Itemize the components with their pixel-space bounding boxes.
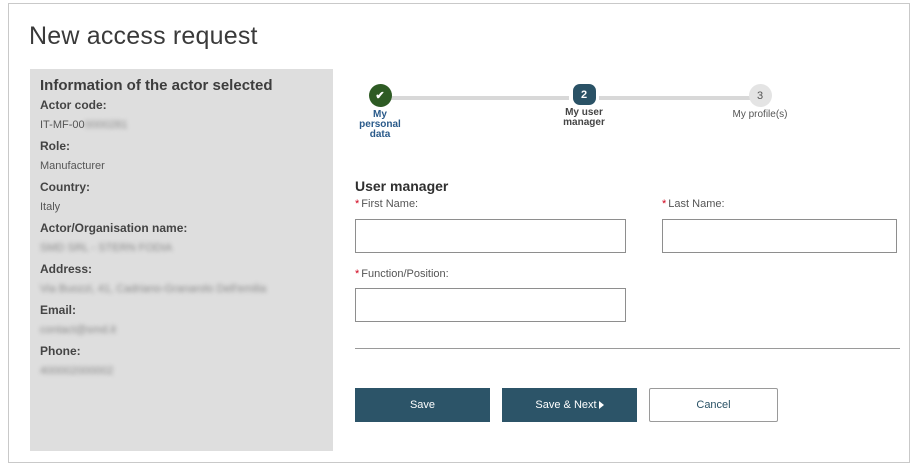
actor-code-redacted: 0000281 xyxy=(84,119,128,131)
address-label: Address: xyxy=(40,262,93,276)
function-position-label-text: Function/Position: xyxy=(361,268,449,280)
email-value: contact@smd.it xyxy=(40,324,116,336)
actor-code-value: IT-MF-000000281 xyxy=(40,119,323,132)
last-name-label: * Last Name: xyxy=(662,198,725,210)
caret-right-icon xyxy=(598,401,604,409)
checkmark-icon: ✔ xyxy=(368,84,392,107)
last-name-label-text: Last Name: xyxy=(668,198,725,210)
email-label: Email: xyxy=(40,303,77,317)
phone-label: Phone: xyxy=(40,344,81,358)
phone-value: 400002000002 xyxy=(40,365,114,377)
stepper-connector xyxy=(391,96,569,100)
first-name-label-text: First Name: xyxy=(361,198,419,210)
step-label-line: My personal xyxy=(359,109,401,130)
organisation-name-label: Actor/Organisation name: xyxy=(40,221,188,235)
step-label: My profile(s) xyxy=(725,110,795,120)
save-and-next-button[interactable]: Save & Next xyxy=(502,388,637,422)
step-number-badge: 2 xyxy=(572,84,596,105)
step-user-manager[interactable]: 2 My user manager xyxy=(554,84,614,128)
first-name-input[interactable] xyxy=(355,219,626,253)
actor-info-title: Information of the actor selected xyxy=(40,77,273,94)
organisation-name-value: SMD SRL - STERN FODIA xyxy=(40,242,173,254)
step-label: My user manager xyxy=(554,108,614,128)
required-marker: * xyxy=(355,198,360,210)
step-label-line: data xyxy=(369,129,391,140)
country-label: Country: xyxy=(40,180,90,194)
cancel-button-label: Cancel xyxy=(696,399,731,411)
role-value: Manufacturer xyxy=(40,160,105,172)
function-position-label: * Function/Position: xyxy=(355,268,449,280)
actor-code-label: Actor code: xyxy=(40,98,107,112)
address-value: Via Buozzi, 41, Cadriano-Granarolo Dell'… xyxy=(40,283,267,295)
step-personal-data[interactable]: ✔ My personal data xyxy=(355,84,405,140)
cancel-button[interactable]: Cancel xyxy=(649,388,778,422)
progress-stepper: ✔ My personal data 2 My user manager 3 M… xyxy=(355,84,825,144)
form-divider xyxy=(355,348,900,349)
step-my-profiles[interactable]: 3 My profile(s) xyxy=(725,84,795,120)
user-manager-heading: User manager xyxy=(355,178,449,194)
first-name-label: * First Name: xyxy=(355,198,418,210)
step-label: My personal data xyxy=(355,110,405,140)
actor-info-panel: Information of the actor selected Actor … xyxy=(30,69,333,451)
save-button[interactable]: Save xyxy=(355,388,490,422)
step-label-line: manager xyxy=(563,117,605,128)
step-number-badge: 3 xyxy=(748,84,772,107)
role-label: Role: xyxy=(40,139,70,153)
save-button-label: Save xyxy=(409,399,436,411)
required-marker: * xyxy=(355,268,360,280)
country-value: Italy xyxy=(40,201,61,213)
actor-code-prefix: IT-MF-00 xyxy=(40,119,85,131)
page-title: New access request xyxy=(29,22,258,50)
save-next-button-label: Save & Next xyxy=(535,399,597,411)
function-position-input[interactable] xyxy=(355,288,626,322)
last-name-input[interactable] xyxy=(662,219,897,253)
step-label-line: My profile(s) xyxy=(732,109,788,120)
required-marker: * xyxy=(662,198,667,210)
